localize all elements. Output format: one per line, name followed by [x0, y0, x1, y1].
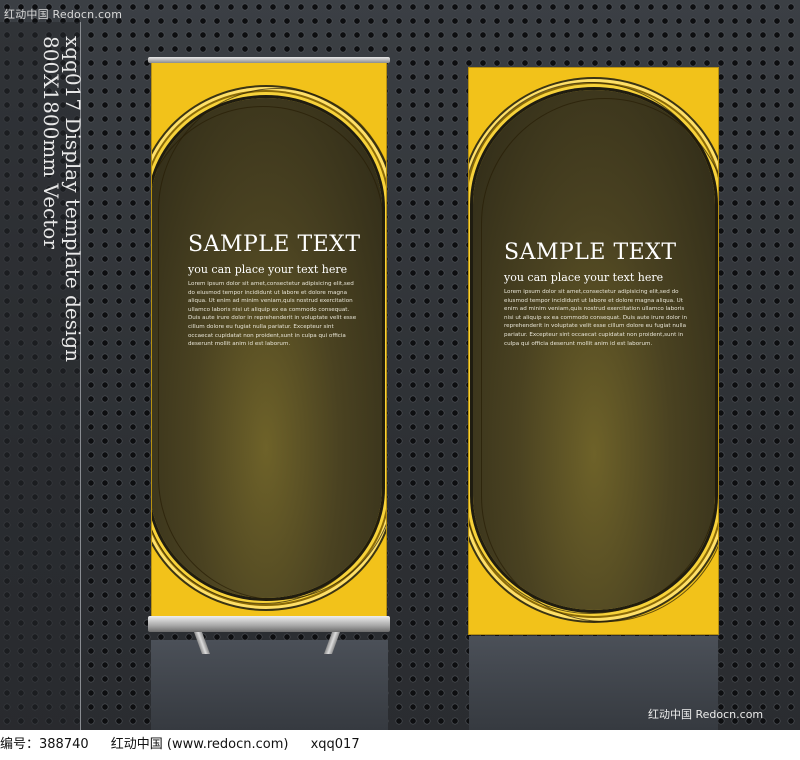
- banner-subhead: you can place your text here: [504, 271, 664, 284]
- banner-top-bar: [148, 57, 390, 63]
- watermark-bottom-right: 红动中国 Redocn.com: [648, 708, 764, 721]
- side-title-line2: 800X1800mm Vector: [39, 36, 63, 249]
- footer-bar: 编号：388740 红动中国 (www.redocn.com) xqq017: [0, 730, 800, 760]
- banner-headline: SAMPLE TEXT: [188, 232, 361, 257]
- banner-headline: SAMPLE TEXT: [504, 240, 677, 265]
- banner-subhead: you can place your text here: [188, 263, 348, 276]
- banner-content: SAMPLE TEXT you can place your text here…: [504, 240, 688, 348]
- watermark-top: 红动中国 Redocn.com: [4, 8, 123, 21]
- banner-content: SAMPLE TEXT you can place your text here…: [188, 232, 360, 349]
- footer-id: 编号：388740: [0, 737, 89, 752]
- banner-body: Lorem ipsum dolor sit amet,consectetur a…: [504, 289, 688, 347]
- banner-swirl: [481, 98, 718, 622]
- floor-left: [151, 640, 388, 730]
- footer-code: xqq017: [310, 737, 360, 752]
- footer-site-link[interactable]: 红动中国 (www.redocn.com): [111, 737, 289, 752]
- side-title-line1: xqq017 Display template design: [61, 36, 85, 363]
- banner-right: SAMPLE TEXT you can place your text here…: [469, 68, 718, 634]
- banner-swirl: [152, 106, 384, 604]
- side-title: xqq017 Display template design 800X1800m…: [39, 36, 85, 363]
- banner-body: Lorem ipsum dolor sit amet,consectetur a…: [188, 281, 357, 348]
- banner-stand-base: [148, 616, 390, 632]
- banner-left: SAMPLE TEXT you can place your text here…: [152, 60, 386, 620]
